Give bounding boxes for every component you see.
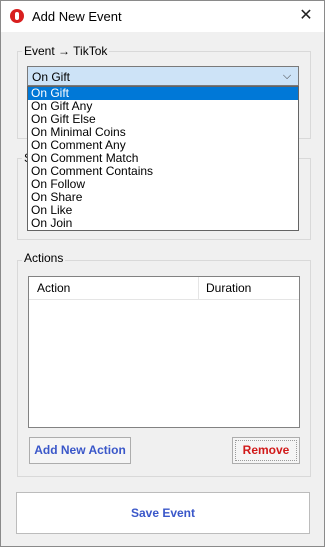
remove-action-button[interactable]: Remove xyxy=(232,437,300,464)
close-icon[interactable]: ✕ xyxy=(294,5,318,27)
actions-group-legend: Actions xyxy=(22,251,66,265)
window-title: Add New Event xyxy=(32,9,122,24)
app-logo-icon xyxy=(10,9,24,23)
title-bar: Add New Event ✕ xyxy=(1,1,324,32)
column-header-action[interactable]: Action xyxy=(29,277,199,299)
actions-list-header: Action Duration xyxy=(29,277,299,300)
add-new-action-button[interactable]: Add New Action xyxy=(29,437,131,464)
event-type-select[interactable]: On Gift ⌵ xyxy=(27,66,299,86)
event-type-select-value: On Gift xyxy=(32,70,71,84)
event-type-dropdown-list[interactable]: On Gift On Gift Any On Gift Else On Mini… xyxy=(27,86,299,231)
chevron-down-icon[interactable]: ⌵ xyxy=(280,68,294,84)
add-event-window: Add New Event ✕ Event → TikTok On Gift ⌵… xyxy=(0,0,325,547)
save-event-button[interactable]: Save Event xyxy=(16,492,310,534)
actions-list[interactable]: Action Duration xyxy=(28,276,300,428)
dropdown-option[interactable]: On Join xyxy=(28,217,298,230)
remove-action-label: Remove xyxy=(242,443,290,457)
event-group-legend: Event → TikTok xyxy=(22,44,110,58)
column-header-duration[interactable]: Duration xyxy=(199,277,299,299)
